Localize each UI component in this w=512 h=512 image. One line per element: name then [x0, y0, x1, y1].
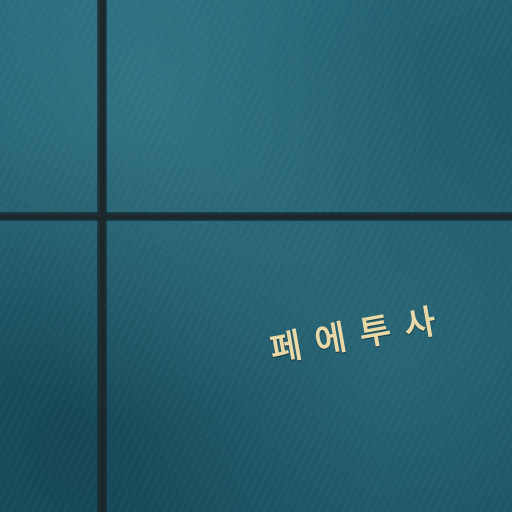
leather-texture: [0, 0, 512, 512]
book-cover: 페에투사: [0, 0, 512, 512]
horizontal-seam: [0, 212, 512, 221]
vertical-seam: [97, 0, 107, 512]
